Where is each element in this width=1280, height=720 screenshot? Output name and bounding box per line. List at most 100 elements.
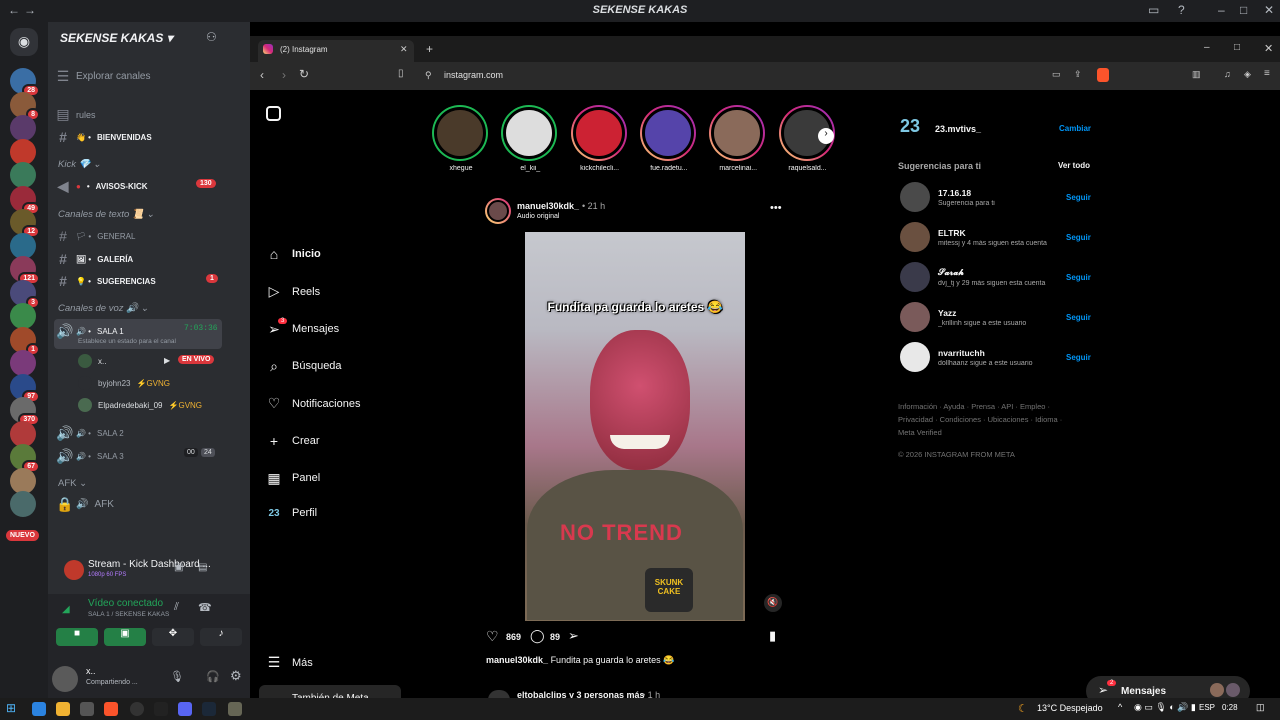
nav-item-reels[interactable]: ▷ Reels [266, 283, 321, 300]
suggestion-name[interactable]: nvarrituchh [938, 348, 1058, 358]
discord-home-icon[interactable]: ◉ [10, 28, 38, 56]
channel-sugerencias[interactable]: # 💡 • SUGERENCIAS [56, 273, 156, 289]
server-icon[interactable]: 3 [10, 279, 40, 309]
suggestion-row[interactable]: 𝓢𝓪𝓻𝓪𝓱 dvj_tj y 29 más siguen esta cuenta [900, 262, 1058, 292]
notification-icon[interactable]: ◫ [1256, 702, 1265, 713]
sala1-status[interactable]: Establece un estado para el canal [78, 338, 176, 345]
follow-button[interactable]: Seguir [1066, 313, 1091, 322]
tray-icons[interactable]: ◉ ▭ 🎙 ◐ 🔊 ▮ [1134, 702, 1196, 713]
share-icon[interactable]: ⇪ [1074, 69, 1082, 80]
suggestion-row[interactable]: 17.16.18 Sugerencia para ti [900, 182, 1058, 212]
brave-icon[interactable] [104, 702, 118, 716]
stories-next-icon[interactable]: › [818, 128, 834, 144]
category-voice[interactable]: Canales de voz 🔊 ⌄ [58, 303, 149, 314]
voice-user-1[interactable]: x.. [78, 354, 106, 368]
help-icon[interactable]: ? [1178, 3, 1185, 17]
server-icon[interactable] [10, 162, 36, 188]
channel-sala3[interactable]: 🔊 🔊 • SALA 3 [56, 448, 124, 465]
noise-suppression-icon[interactable]: ⫽ [174, 601, 179, 614]
mute-icon[interactable]: 🔇 [764, 594, 782, 612]
obs-icon[interactable] [130, 702, 144, 716]
server-icon[interactable] [10, 138, 36, 165]
windows-start-icon[interactable]: ⊞ [6, 701, 16, 715]
site-settings-icon[interactable]: ⚲ [425, 70, 432, 81]
disconnect-icon[interactable]: ☎ [198, 601, 212, 614]
file-explorer-icon[interactable] [56, 702, 70, 716]
server-icon[interactable]: 97 [10, 373, 40, 403]
nav-item-perfil[interactable]: 23 Perfil [266, 507, 317, 519]
bookmark-icon[interactable]: ▯ [398, 68, 404, 79]
add-member-icon[interactable]: ⚇ [206, 30, 217, 44]
post-options-icon[interactable]: ••• [770, 202, 782, 214]
browser-maximize-icon[interactable]: □ [1234, 42, 1240, 53]
sidebar-icon[interactable]: ▥ [1192, 69, 1201, 80]
server-icon[interactable]: 12 [10, 209, 40, 238]
url-bar[interactable]: instagram.com [416, 66, 1116, 86]
voice-user-2[interactable]: byjohn23 ⚡GVNG [78, 376, 170, 390]
server-icon[interactable]: 67 [10, 444, 40, 473]
like-icon[interactable]: ♡ [486, 628, 499, 645]
inbox-icon[interactable]: ▭ [1148, 3, 1159, 17]
channel-galeria[interactable]: # 🖼 • GALERÍA [56, 251, 133, 267]
server-icon[interactable]: 370 [10, 397, 40, 426]
channel-general[interactable]: # 🏳 • GENERAL [56, 228, 135, 244]
server-icon[interactable]: 49 [10, 185, 40, 215]
headphones-icon[interactable]: 🎧 [206, 670, 220, 683]
nav-item-búsqueda[interactable]: ⌕ Búsqueda [266, 358, 341, 375]
post-author[interactable]: manuel30kdk_ [517, 201, 579, 211]
channel-afk[interactable]: 🔒 🔊 AFK [56, 496, 114, 513]
nav-item-crear[interactable]: + Crear [266, 433, 320, 449]
footer-links[interactable]: Información · Ayuda · Prensa · API · Emp… [898, 400, 1062, 439]
suggestion-row[interactable]: Yazz _krillinh sigue a este usuario [900, 302, 1058, 332]
reload-icon[interactable]: ↻ [299, 67, 309, 81]
post-author-avatar[interactable] [485, 198, 511, 224]
vpn-icon[interactable]: ◈ [1244, 69, 1251, 80]
instagram-logo-icon[interactable] [266, 106, 281, 121]
story-item[interactable]: el_kii_ [501, 105, 559, 172]
follow-button[interactable]: Seguir [1066, 233, 1091, 242]
server-icon[interactable] [10, 467, 36, 494]
browser-back-icon[interactable]: ‹ [260, 68, 264, 82]
story-item[interactable]: marcelinai... [709, 105, 767, 172]
comment-icon[interactable]: ◯ [530, 628, 545, 644]
channel-rules[interactable]: ▤ rules [56, 106, 95, 123]
server-icon[interactable] [10, 350, 36, 376]
suggestion-row[interactable]: ELTRK mitessj y 4 más siguen esta cuenta [900, 222, 1058, 252]
cast-icon[interactable]: ▭ [1052, 69, 1061, 80]
category-kick[interactable]: Kick 💎 ⌄ [58, 159, 101, 170]
tab-instagram[interactable]: (2) Instagram [258, 40, 414, 62]
microphone-icon[interactable]: 🎙 [170, 670, 184, 683]
media-icon[interactable]: ♫ [1224, 69, 1231, 79]
server-icon[interactable]: 8 [10, 91, 40, 121]
language[interactable]: ESP [1199, 703, 1215, 712]
suggestion-row[interactable]: nvarrituchh dollhaanz sigue a este usuari… [900, 342, 1058, 372]
server-icon[interactable] [10, 303, 36, 329]
server-icon[interactable] [10, 491, 36, 517]
app-icon[interactable] [154, 702, 168, 716]
server-header[interactable]: SEKENSE KAKAS ▾ [48, 22, 250, 54]
server-icon[interactable]: 1 [10, 326, 40, 356]
suggestion-avatar[interactable] [900, 302, 930, 332]
camera-button[interactable]: ■ [56, 628, 98, 646]
browser-minimize-icon[interactable]: – [1204, 42, 1210, 53]
post-audio[interactable]: Audio original [517, 213, 559, 220]
maximize-icon[interactable]: □ [1240, 3, 1247, 17]
brave-shield-icon[interactable] [1097, 68, 1109, 82]
voice-channel[interactable]: SALA 1 / SEKENSE KAKAS [88, 611, 169, 618]
app-icon[interactable] [228, 702, 242, 716]
nav-item-inicio[interactable]: ⌂ Inicio [266, 246, 321, 262]
store-icon[interactable] [80, 702, 94, 716]
follow-button[interactable]: Seguir [1066, 193, 1091, 202]
suggestion-name[interactable]: 𝓢𝓪𝓻𝓪𝓱 [938, 267, 1058, 278]
my-username[interactable]: 23.mvtivs_ [935, 124, 981, 134]
suggestion-avatar[interactable] [900, 342, 930, 372]
nav-item-notificaciones[interactable]: ♡ Notificaciones [266, 395, 361, 412]
screen-share-button[interactable]: ▣ [104, 628, 146, 646]
switch-account[interactable]: Cambiar [1059, 124, 1091, 133]
user-avatar[interactable] [52, 666, 78, 692]
tab-close-icon[interactable]: ✕ [400, 44, 408, 55]
my-avatar[interactable]: 23 [900, 116, 926, 142]
browser-menu-icon[interactable]: ≡ [1264, 68, 1270, 79]
tray-chevron-icon[interactable]: ^ [1118, 702, 1122, 712]
follow-button[interactable]: Seguir [1066, 353, 1091, 362]
